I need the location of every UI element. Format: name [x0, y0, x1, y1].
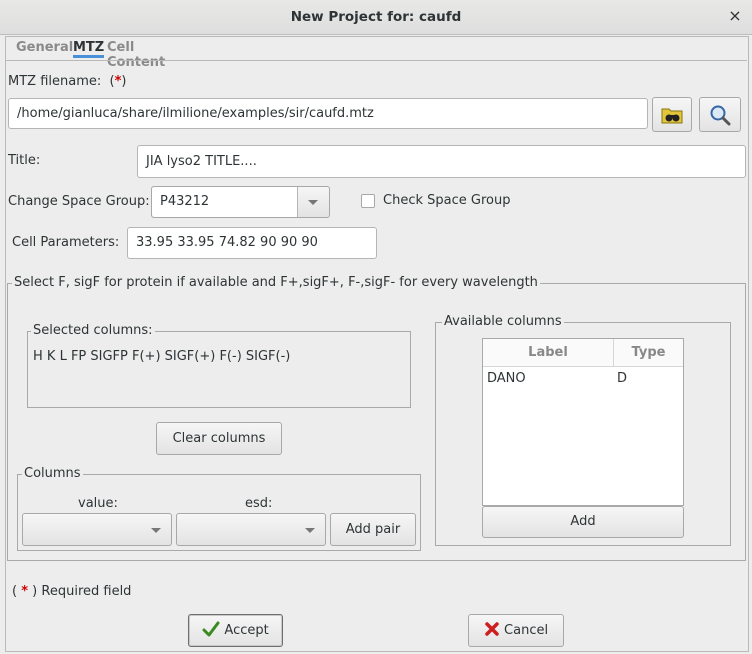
column-selection-legend: Select F, sigF for protein if available …: [12, 275, 540, 290]
selected-columns-legend: Selected columns:: [31, 323, 155, 338]
cell-parameters-field[interactable]: 33.95 33.95 74.82 90 90 90: [127, 227, 377, 259]
clear-columns-button[interactable]: Clear columns: [156, 422, 282, 455]
window-titlebar: New Project for: caufd ×: [0, 0, 752, 35]
chevron-down-icon[interactable]: [308, 200, 318, 205]
check-space-group-label: Check Space Group: [383, 193, 511, 208]
close-icon[interactable]: ×: [726, 7, 744, 25]
available-columns-legend: Available columns: [442, 314, 564, 329]
checkmark-icon: [202, 621, 220, 637]
column-header-label[interactable]: Label: [483, 339, 614, 366]
required-marker: *: [21, 584, 29, 599]
column-header-type[interactable]: Type: [614, 339, 683, 366]
tab-divider: [5, 60, 747, 61]
cancel-button[interactable]: Cancel: [468, 614, 564, 647]
chevron-down-icon[interactable]: [305, 528, 315, 533]
x-icon: [485, 622, 499, 636]
selected-columns-text[interactable]: H K L FP SIGFP F(+) SIGF(+) F(-) SIGF(-): [33, 349, 290, 364]
title-label: Title:: [8, 153, 41, 168]
tab-mtz[interactable]: MTZ: [73, 40, 105, 58]
accept-label: Accept: [224, 623, 269, 638]
value-combo[interactable]: [22, 513, 172, 546]
row-type: D: [617, 371, 628, 386]
browse-button[interactable]: [652, 97, 692, 132]
tab-cell-content[interactable]: Cell Content: [107, 40, 165, 70]
space-group-entry[interactable]: P43212: [152, 187, 298, 217]
mtz-filename-field[interactable]: /home/gianluca/share/ilmilione/examples/…: [8, 98, 648, 129]
magnifier-icon: [710, 105, 731, 126]
accept-button[interactable]: Accept: [188, 614, 283, 647]
chevron-down-icon[interactable]: [151, 528, 161, 533]
cancel-label: Cancel: [504, 623, 549, 638]
inspect-button[interactable]: [699, 97, 741, 132]
mtz-filename-label: MTZ filename: (*): [8, 74, 127, 89]
row-label: DANO: [487, 371, 526, 386]
window-title: New Project for: caufd: [290, 9, 462, 25]
selected-columns-group: Selected columns: H K L FP SIGFP F(+) SI…: [27, 323, 411, 408]
tab-general[interactable]: General: [16, 40, 73, 55]
add-button[interactable]: Add: [482, 506, 684, 538]
add-pair-button[interactable]: Add pair: [330, 513, 416, 546]
table-row[interactable]: DANO D: [483, 369, 683, 391]
cell-parameters-label: Cell Parameters:: [12, 235, 120, 250]
check-space-group-checkbox[interactable]: [361, 194, 375, 208]
title-field[interactable]: JIA lyso2 TITLE....: [137, 145, 746, 178]
esd-label: esd:: [245, 496, 273, 511]
esd-combo[interactable]: [176, 513, 326, 546]
table-header: Label Type: [483, 339, 683, 367]
required-field-note: ( * ) Required field: [12, 584, 132, 599]
columns-legend: Columns: [22, 466, 83, 481]
value-label: value:: [78, 496, 118, 511]
folder-binoculars-icon: [661, 108, 683, 124]
available-columns-table[interactable]: Label Type DANO D: [482, 338, 684, 506]
space-group-combo[interactable]: P43212: [151, 186, 330, 218]
space-group-label: Change Space Group:: [8, 194, 150, 209]
